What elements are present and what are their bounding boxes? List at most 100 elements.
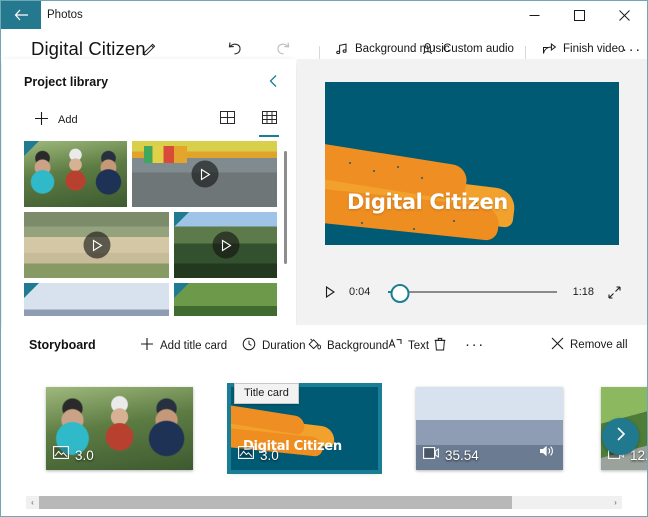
close-button[interactable]	[602, 1, 647, 29]
delete-button[interactable]	[434, 337, 446, 354]
thumb-forest[interactable]	[174, 212, 277, 278]
speck	[453, 220, 455, 222]
photo-icon	[53, 446, 69, 464]
card-meta: 35.54	[423, 446, 479, 464]
thumb-playground[interactable]	[132, 141, 277, 207]
undo-icon	[227, 42, 243, 60]
card-duration: 35.54	[445, 447, 479, 463]
total-time: 1:18	[572, 286, 594, 298]
clock-icon	[242, 337, 256, 354]
scroll-next-button[interactable]	[602, 418, 639, 455]
slider-handle[interactable]	[390, 284, 410, 303]
used-corner-marker	[174, 212, 189, 227]
maximize-icon	[574, 9, 585, 21]
view-small-grid-button[interactable]	[256, 107, 282, 138]
library-row	[24, 283, 277, 316]
command-bar-overflow-button[interactable]: ···	[622, 41, 642, 58]
undo-button[interactable]	[227, 41, 243, 61]
duration-label: Duration	[262, 339, 306, 352]
add-title-card-label: Add title card	[160, 339, 228, 352]
window-controls	[512, 1, 647, 29]
trash-icon	[434, 337, 446, 354]
card-meta: 3.0	[238, 446, 279, 464]
app-tab-label: Photos	[47, 9, 83, 21]
maximize-button[interactable]	[557, 1, 602, 29]
thumb-swing[interactable]	[24, 212, 169, 278]
scrollbar-thumb[interactable]	[39, 496, 513, 509]
storyboard-cards-area: 3.0 Digital Citizen 3.0 35.54 12	[2, 367, 647, 492]
music-note-icon	[335, 42, 349, 56]
play-icon	[212, 231, 239, 259]
chevron-right-icon	[614, 426, 627, 447]
playback-slider[interactable]	[388, 283, 557, 303]
card-bikers[interactable]: 3.0	[46, 387, 193, 470]
video-preview-panel: Digital Citizen 0:04 1:18	[297, 59, 647, 325]
storyboard-label: Storyboard	[29, 338, 96, 352]
playback-controls: 0:04 1:18	[325, 281, 621, 303]
redo-icon	[275, 42, 291, 60]
background-label: Background	[327, 339, 389, 352]
speck	[397, 166, 399, 168]
card-mountain[interactable]: 35.54	[416, 387, 563, 470]
duration-button[interactable]: Duration	[242, 337, 305, 354]
card-duration: 3.0	[260, 447, 279, 463]
person-audio-icon	[422, 42, 437, 56]
fullscreen-button[interactable]	[608, 285, 621, 299]
add-media-button[interactable]: Add	[34, 111, 78, 129]
text-button[interactable]: Text	[388, 337, 429, 354]
scroll-left-arrow-icon[interactable]: ‹	[26, 496, 39, 509]
storyboard-overflow-button[interactable]: ···	[465, 336, 485, 353]
used-corner-marker	[174, 283, 189, 298]
thumb-trees[interactable]	[174, 283, 277, 316]
thumb-mountain[interactable]	[24, 283, 169, 316]
preview-title-card[interactable]: Digital Citizen	[325, 82, 619, 245]
card-duration: 3.0	[75, 447, 94, 463]
text-label: Text	[408, 339, 430, 352]
storyboard-horizontal-scrollbar[interactable]: ‹ ›	[26, 496, 622, 509]
add-title-card-button[interactable]: Add title card	[140, 337, 227, 354]
used-corner-marker	[24, 283, 39, 298]
speck	[413, 228, 415, 230]
current-time: 0:04	[349, 286, 371, 298]
grid-large-icon	[219, 110, 235, 130]
add-media-label: Add	[58, 114, 78, 126]
plus-icon	[34, 111, 49, 129]
back-button[interactable]	[1, 1, 41, 29]
play-icon	[83, 231, 110, 259]
minimize-icon	[529, 10, 540, 21]
library-row	[24, 212, 277, 278]
remove-all-label: Remove all	[570, 339, 628, 351]
library-thumbnail-grid[interactable]	[24, 141, 277, 316]
library-row	[24, 141, 277, 207]
redo-button[interactable]	[275, 41, 291, 61]
video-icon	[423, 446, 439, 464]
background-button[interactable]: Background	[307, 337, 388, 354]
speck	[361, 222, 363, 224]
close-icon	[619, 9, 630, 21]
share-export-icon	[542, 42, 557, 56]
thumb-bikers[interactable]	[24, 141, 127, 207]
slider-track	[388, 291, 557, 293]
library-view-toggles	[214, 107, 282, 138]
title-card-tooltip: Title card	[234, 383, 299, 404]
library-vertical-scrollbar[interactable]	[284, 151, 287, 264]
view-selected-underline	[259, 135, 279, 137]
finish-video-button[interactable]: Finish video	[542, 42, 624, 56]
play-button[interactable]	[325, 286, 345, 298]
speck	[373, 170, 375, 172]
scroll-right-arrow-icon[interactable]: ›	[609, 496, 622, 509]
project-library-panel: Project library Add	[2, 59, 296, 325]
remove-all-button[interactable]: Remove all	[551, 337, 628, 353]
speck	[349, 162, 351, 164]
photos-video-editor-window: Photos Digital Citizen Background music …	[0, 0, 648, 517]
audio-icon	[539, 444, 555, 463]
storyboard-card-list: 3.0 Digital Citizen 3.0 35.54 12	[46, 383, 647, 474]
collapse-library-button[interactable]	[262, 73, 284, 93]
minimize-button[interactable]	[512, 1, 557, 29]
view-large-grid-button[interactable]	[214, 107, 240, 138]
plus-icon	[140, 337, 154, 354]
grid-small-icon	[261, 110, 277, 130]
finish-video-label: Finish video	[563, 43, 625, 55]
custom-audio-button[interactable]: Custom audio	[422, 42, 514, 56]
scrollbar-track[interactable]	[39, 496, 609, 509]
